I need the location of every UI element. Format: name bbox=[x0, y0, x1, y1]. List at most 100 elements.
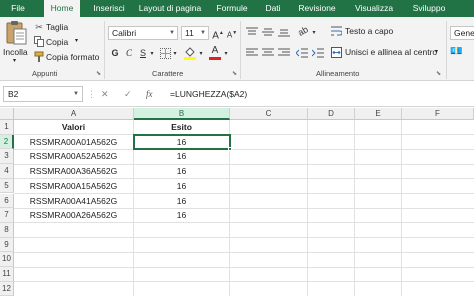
cell-a3[interactable]: RSSMRA00A52A562G bbox=[14, 149, 133, 164]
font-size-select[interactable]: 11 ▼ bbox=[181, 26, 209, 40]
number-format-select[interactable]: Genera bbox=[450, 26, 474, 40]
column-header-c[interactable]: C bbox=[230, 108, 308, 120]
formula-bar-grip-icon: ⋮ bbox=[87, 89, 96, 99]
decrease-indent-icon[interactable] bbox=[296, 48, 308, 58]
font-name-dropdown-icon: ▼ bbox=[169, 30, 175, 36]
tab-file[interactable]: File bbox=[0, 0, 36, 17]
font-group-label: Carattere bbox=[152, 69, 184, 78]
bold-icon[interactable]: G bbox=[110, 47, 120, 59]
alignment-expander-icon[interactable]: ⬊ bbox=[436, 70, 441, 77]
align-bottom-icon[interactable] bbox=[278, 27, 290, 37]
gridline bbox=[401, 120, 402, 296]
cell-b5[interactable]: 16 bbox=[134, 179, 229, 194]
row-header[interactable]: 8 bbox=[0, 222, 14, 238]
active-cell-selection[interactable] bbox=[133, 134, 231, 150]
row-header[interactable]: 9 bbox=[0, 237, 14, 253]
enter-icon[interactable]: ✓ bbox=[124, 86, 132, 102]
column-header-b[interactable]: B bbox=[134, 108, 230, 120]
row-header[interactable]: 1 bbox=[0, 120, 14, 135]
font-color-dropdown-icon[interactable]: ▾ bbox=[223, 48, 229, 60]
cell-b7[interactable]: 16 bbox=[134, 208, 229, 223]
tab-developer[interactable]: Sviluppo bbox=[404, 0, 454, 17]
column-header-e[interactable]: E bbox=[355, 108, 402, 120]
cell-a7[interactable]: RSSMRA00A26A562G bbox=[14, 208, 133, 223]
align-top-icon[interactable] bbox=[246, 27, 258, 37]
tab-data[interactable]: Dati bbox=[258, 0, 288, 17]
cell-a4[interactable]: RSSMRA00A36A562G bbox=[14, 164, 133, 179]
row-header[interactable]: 11 bbox=[0, 267, 14, 282]
align-right-icon[interactable] bbox=[278, 48, 290, 58]
tab-page-layout[interactable]: Layout di pagina bbox=[134, 0, 206, 17]
cell-a1[interactable]: Valori bbox=[14, 120, 133, 135]
align-center-icon[interactable] bbox=[262, 48, 274, 58]
tab-home[interactable]: Home bbox=[44, 0, 80, 17]
font-color-icon[interactable]: A bbox=[208, 45, 222, 60]
cell-b3[interactable]: 16 bbox=[134, 149, 229, 164]
row-header[interactable]: 5 bbox=[0, 178, 14, 194]
name-box[interactable]: B2 ▼ bbox=[3, 86, 83, 102]
decrease-font-icon[interactable]: A▼ bbox=[226, 27, 238, 42]
gridline bbox=[14, 281, 474, 283]
cut-label: Taglia bbox=[46, 22, 69, 32]
copy-button[interactable]: Copia ▾ bbox=[34, 36, 94, 48]
orientation-dropdown-icon[interactable]: ▾ bbox=[311, 27, 317, 39]
italic-icon[interactable]: C bbox=[124, 47, 134, 59]
paste-dropdown-icon: ▾ bbox=[13, 58, 17, 64]
tab-insert[interactable]: Inserisci bbox=[86, 0, 132, 17]
cut-button[interactable]: ✂ Taglia bbox=[34, 21, 94, 33]
spreadsheet-grid[interactable]: A B C D E F 1 2 3 4 5 6 7 8 9 10 11 12 V… bbox=[0, 108, 474, 296]
tab-review[interactable]: Revisione bbox=[292, 0, 342, 17]
gridline bbox=[354, 120, 355, 296]
row-header[interactable]: 6 bbox=[0, 193, 14, 209]
font-expander-icon[interactable]: ⬊ bbox=[232, 70, 237, 77]
orientation-icon[interactable]: ab bbox=[294, 22, 312, 39]
borders-icon[interactable] bbox=[160, 48, 171, 59]
column-header-d[interactable]: D bbox=[308, 108, 355, 120]
group-separator bbox=[240, 21, 241, 79]
cell-a5[interactable]: RSSMRA00A15A562G bbox=[14, 179, 133, 194]
ribbon: Incolla ▾ ✂ Taglia Copia ▾ Copia formato… bbox=[0, 17, 474, 81]
clipboard-expander-icon[interactable]: ⬊ bbox=[96, 70, 101, 77]
underline-dropdown-icon[interactable]: ▾ bbox=[149, 48, 155, 60]
name-box-value: B2 bbox=[8, 89, 19, 99]
borders-dropdown-icon[interactable]: ▾ bbox=[172, 48, 178, 60]
cancel-icon[interactable]: ✕ bbox=[101, 86, 109, 102]
tab-view[interactable]: Visualizza bbox=[346, 0, 402, 17]
cell-a6[interactable]: RSSMRA00A41A562G bbox=[14, 194, 133, 209]
format-painter-button[interactable]: Copia formato bbox=[34, 51, 102, 63]
row-header[interactable]: 10 bbox=[0, 252, 14, 267]
gridline bbox=[14, 266, 474, 268]
column-header-f[interactable]: F bbox=[402, 108, 474, 120]
cell-b1[interactable]: Esito bbox=[134, 120, 229, 135]
row-header[interactable]: 4 bbox=[0, 164, 14, 179]
align-left-icon[interactable] bbox=[246, 48, 258, 58]
row-header[interactable]: 7 bbox=[0, 208, 14, 223]
font-size-value: 11 bbox=[185, 28, 194, 38]
underline-icon[interactable]: S bbox=[138, 47, 148, 59]
formula-input[interactable]: =LUNGHEZZA($A2) bbox=[170, 86, 474, 102]
gridline bbox=[307, 120, 308, 296]
cell-a2[interactable]: RSSMRA00A01A562G bbox=[14, 135, 133, 150]
align-middle-icon[interactable] bbox=[262, 27, 274, 37]
cell-b4[interactable]: 16 bbox=[134, 164, 229, 179]
scissors-icon: ✂ bbox=[35, 22, 43, 32]
merge-center-button[interactable]: Unisci e allinea al centro ▾ bbox=[331, 46, 443, 60]
select-all-corner[interactable] bbox=[0, 108, 14, 120]
row-header[interactable]: 3 bbox=[0, 149, 14, 165]
accounting-format-icon[interactable]: 💶 bbox=[450, 46, 474, 58]
fill-handle[interactable] bbox=[228, 147, 232, 151]
column-header-a[interactable]: A bbox=[14, 108, 134, 120]
tab-formulas[interactable]: Formule bbox=[210, 0, 254, 17]
increase-indent-icon[interactable] bbox=[312, 48, 324, 58]
wrap-text-button[interactable]: Testo a capo bbox=[331, 25, 423, 39]
font-name-select[interactable]: Calibri ▼ bbox=[108, 26, 178, 40]
cell-b6[interactable]: 16 bbox=[134, 194, 229, 209]
insert-function-icon[interactable]: fx bbox=[146, 86, 153, 102]
paste-button[interactable]: Incolla ▾ bbox=[2, 20, 30, 65]
fill-color-icon[interactable] bbox=[183, 46, 197, 60]
increase-font-icon[interactable]: A▲ bbox=[212, 27, 224, 42]
fill-color-dropdown-icon[interactable]: ▾ bbox=[198, 48, 204, 60]
row-header[interactable]: 2 bbox=[0, 134, 14, 150]
copy-dropdown-icon: ▾ bbox=[75, 38, 79, 44]
row-header[interactable]: 12 bbox=[0, 281, 14, 296]
